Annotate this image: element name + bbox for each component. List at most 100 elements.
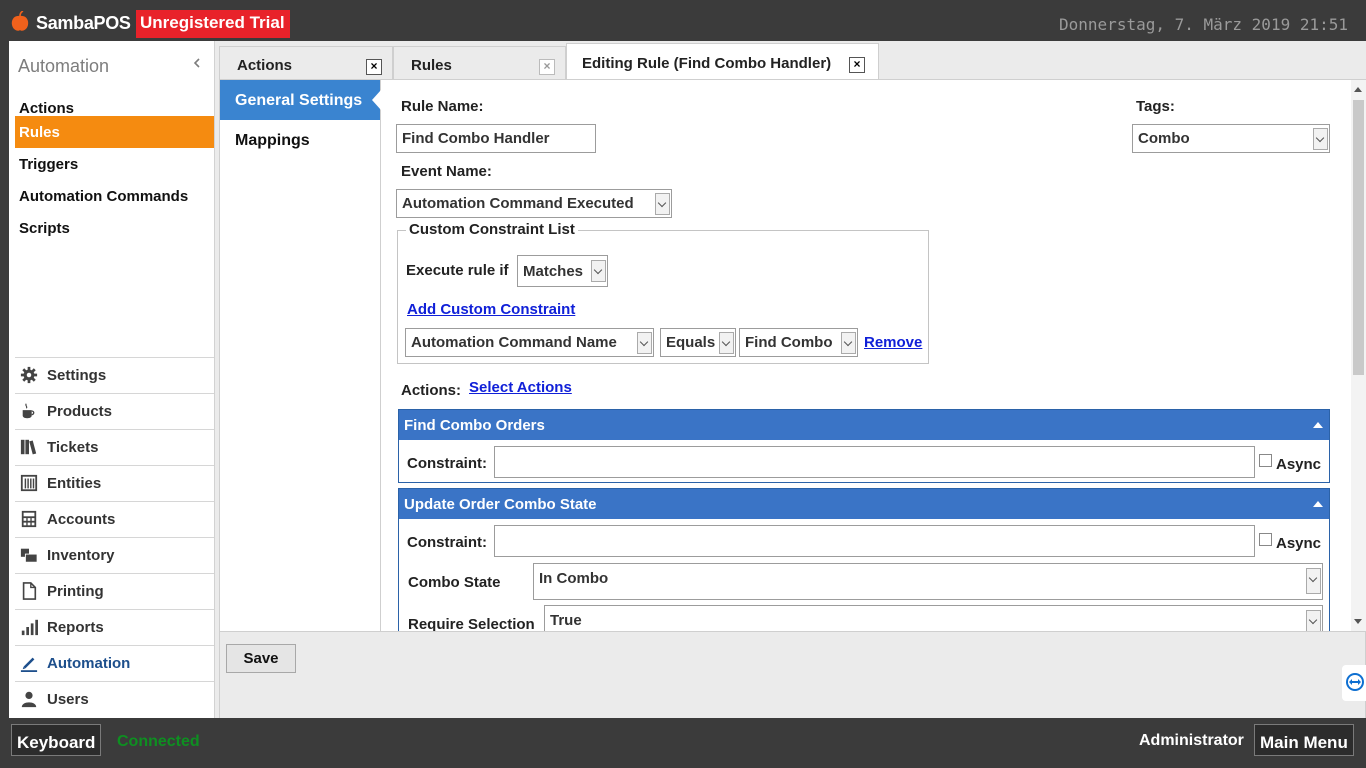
tab-rules[interactable]: Rules × bbox=[393, 46, 566, 81]
close-icon[interactable]: × bbox=[366, 59, 382, 75]
constraint-operator-select[interactable]: Equals bbox=[660, 328, 736, 357]
save-button[interactable]: Save bbox=[226, 644, 296, 673]
menu-users[interactable]: Users bbox=[15, 681, 214, 716]
vertical-scrollbar[interactable] bbox=[1351, 80, 1366, 631]
nav-item-automation-commands[interactable]: Automation Commands bbox=[15, 180, 214, 212]
menu-label: Settings bbox=[47, 367, 107, 384]
menu-label: Accounts bbox=[47, 511, 116, 528]
tab-label: Actions bbox=[237, 57, 293, 74]
menu-automation[interactable]: Automation bbox=[15, 645, 214, 680]
chevron-down-icon[interactable] bbox=[719, 332, 734, 354]
chevron-down-icon[interactable] bbox=[1306, 610, 1321, 631]
keyboard-button[interactable]: Keyboard bbox=[11, 724, 102, 756]
menu-label: Entities bbox=[47, 475, 102, 492]
main-menu-button[interactable]: Main Menu bbox=[1254, 724, 1354, 756]
tags-value: Combo bbox=[1138, 130, 1190, 147]
brand-name: SambaPOS bbox=[36, 13, 131, 33]
scroll-up-icon[interactable] bbox=[1354, 87, 1362, 92]
clock: Donnerstag, 7. März 2019 21:51 bbox=[1059, 15, 1348, 34]
menu-inventory[interactable]: Inventory bbox=[15, 537, 214, 572]
menu-label: Products bbox=[47, 403, 113, 420]
add-custom-constraint-link[interactable]: Add Custom Constraint bbox=[407, 301, 575, 318]
user-icon bbox=[21, 691, 37, 708]
nav-item-triggers[interactable]: Triggers bbox=[15, 148, 214, 180]
chevron-down-icon[interactable] bbox=[1306, 568, 1321, 594]
menu-reports[interactable]: Reports bbox=[15, 609, 214, 644]
menu-products[interactable]: Products bbox=[15, 393, 214, 428]
section-mappings[interactable]: Mappings bbox=[220, 120, 380, 160]
select-actions-link[interactable]: Select Actions bbox=[469, 379, 572, 396]
current-user: Administrator bbox=[1139, 732, 1244, 749]
menu-accounts[interactable]: Accounts bbox=[15, 501, 214, 536]
calculator-icon bbox=[21, 510, 37, 528]
menu-label: Printing bbox=[47, 583, 104, 600]
scroll-down-icon[interactable] bbox=[1354, 619, 1362, 624]
tags-label: Tags: bbox=[1136, 98, 1175, 115]
rule-form: Rule Name: Find Combo Handler Tags: Comb… bbox=[382, 80, 1350, 631]
chevron-down-icon[interactable] bbox=[1313, 128, 1328, 150]
async-checkbox[interactable] bbox=[1259, 533, 1272, 546]
chevron-down-icon[interactable] bbox=[637, 332, 652, 354]
scroll-thumb[interactable] bbox=[1353, 100, 1364, 375]
selection-arrow bbox=[372, 90, 381, 110]
chevron-down-icon[interactable] bbox=[655, 193, 670, 215]
action-title: Update Order Combo State bbox=[404, 496, 597, 513]
constraint-input[interactable] bbox=[494, 446, 1255, 478]
constraint-value-select[interactable]: Find Combo bbox=[739, 328, 858, 357]
menu-tickets[interactable]: Tickets bbox=[15, 429, 214, 464]
execute-rule-value: Matches bbox=[523, 263, 584, 280]
constraint-input[interactable] bbox=[494, 525, 1255, 557]
tab-actions[interactable]: Actions × bbox=[219, 46, 393, 81]
group-title: Custom Constraint List bbox=[406, 221, 578, 238]
tab-label: Editing Rule (Find Combo Handler) bbox=[582, 55, 832, 72]
close-icon[interactable]: × bbox=[539, 59, 555, 75]
section-label: Mappings bbox=[235, 132, 310, 149]
gear-icon bbox=[20, 366, 38, 384]
collapse-arrow-icon[interactable] bbox=[1313, 501, 1323, 507]
rule-name-input[interactable]: Find Combo Handler bbox=[396, 124, 596, 153]
constraint-field-select[interactable]: Automation Command Name bbox=[405, 328, 654, 357]
nav-item-rules[interactable]: Rules bbox=[15, 116, 214, 148]
coffee-cup-icon bbox=[22, 403, 35, 419]
menu-entities[interactable]: Entities bbox=[15, 465, 214, 500]
event-name-select[interactable]: Automation Command Executed bbox=[396, 189, 672, 218]
chevron-left-icon[interactable] bbox=[192, 56, 202, 70]
chevron-down-icon[interactable] bbox=[591, 260, 606, 282]
custom-constraint-group: Custom Constraint List Execute rule if M… bbox=[397, 221, 929, 364]
menu-label: Users bbox=[47, 691, 89, 708]
section-general-settings[interactable]: General Settings bbox=[220, 80, 380, 120]
actions-label: Actions: bbox=[401, 382, 461, 399]
content-area: Actions × Rules × Editing Rule (Find Com… bbox=[219, 41, 1366, 718]
constraint-label: Constraint: bbox=[407, 534, 487, 551]
menu-printing[interactable]: Printing bbox=[15, 573, 214, 608]
action-header[interactable]: Update Order Combo State bbox=[399, 489, 1329, 519]
require-selection-select[interactable]: True bbox=[544, 605, 1323, 631]
title-bar: SambaPOS Unregistered Trial Donnerstag, … bbox=[0, 0, 1366, 40]
constraint-label: Constraint: bbox=[407, 455, 487, 472]
async-checkbox[interactable] bbox=[1259, 454, 1272, 467]
menu-settings[interactable]: Settings bbox=[15, 357, 214, 392]
combo-state-select[interactable]: In Combo bbox=[533, 563, 1323, 600]
collapse-arrow-icon[interactable] bbox=[1313, 422, 1323, 428]
execute-rule-select[interactable]: Matches bbox=[517, 255, 608, 287]
rule-name-label: Rule Name: bbox=[401, 98, 484, 115]
trial-badge[interactable]: Unregistered Trial bbox=[136, 10, 290, 38]
books-icon bbox=[20, 439, 37, 455]
async-label: Async bbox=[1276, 456, 1322, 473]
chevron-down-icon[interactable] bbox=[841, 332, 856, 354]
close-icon[interactable]: × bbox=[849, 57, 865, 73]
param-label: Require Selection bbox=[408, 616, 535, 631]
remote-support-widget[interactable] bbox=[1342, 665, 1366, 701]
action-header[interactable]: Find Combo Orders bbox=[399, 410, 1329, 440]
remove-constraint-link[interactable]: Remove bbox=[864, 334, 922, 351]
param-value: True bbox=[550, 612, 582, 629]
pencil-icon bbox=[20, 657, 38, 672]
samba-logo-icon bbox=[11, 11, 29, 31]
constraint-value: Find Combo bbox=[745, 334, 833, 351]
tab-editing-rule[interactable]: Editing Rule (Find Combo Handler) × bbox=[566, 43, 879, 81]
tags-select[interactable]: Combo bbox=[1132, 124, 1330, 153]
async-label: Async bbox=[1276, 535, 1322, 552]
nav-item-scripts[interactable]: Scripts bbox=[15, 212, 214, 244]
table-icon bbox=[20, 474, 38, 492]
event-name-label: Event Name: bbox=[401, 163, 492, 180]
